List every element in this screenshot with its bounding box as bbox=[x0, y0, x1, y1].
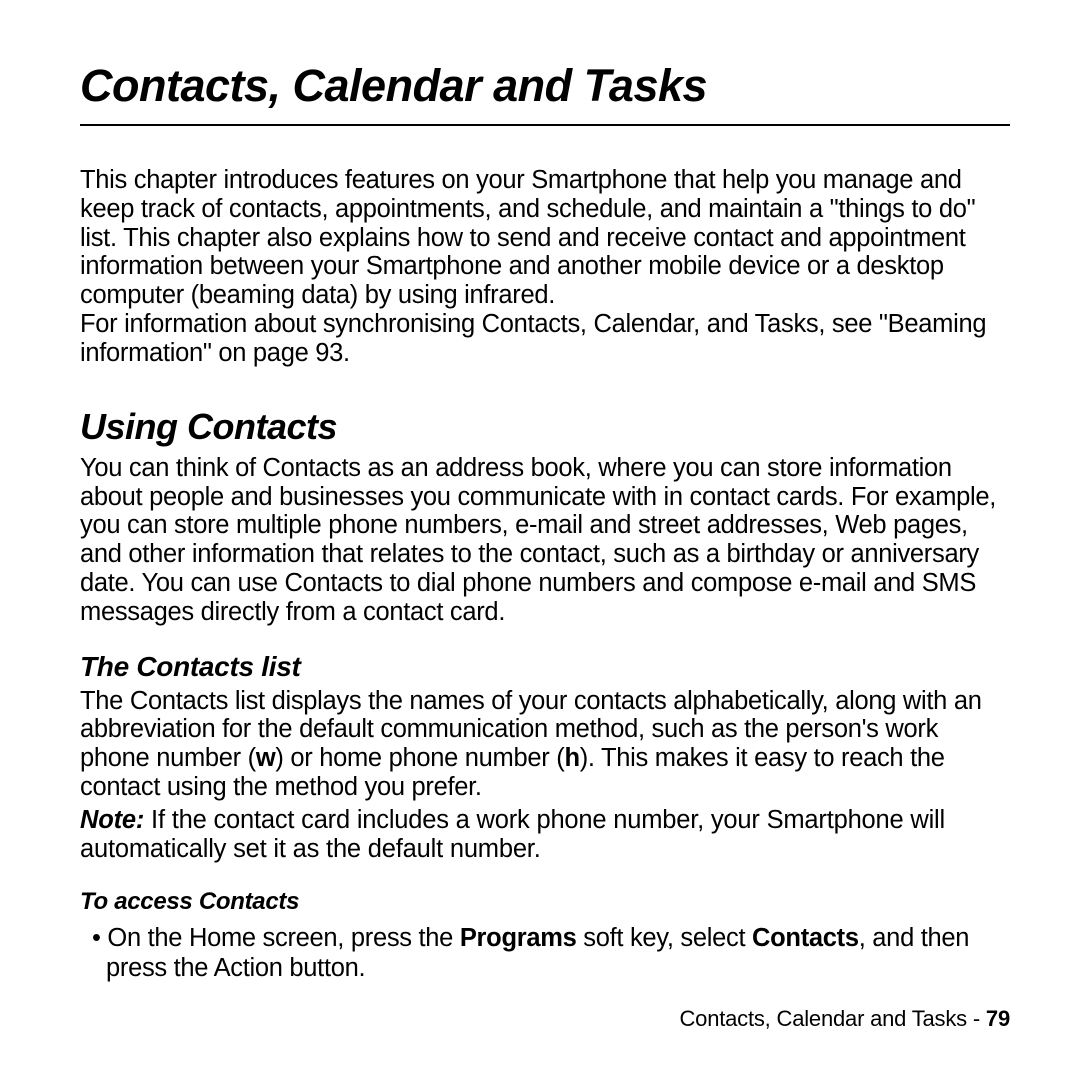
section-title: Using Contacts bbox=[80, 406, 1010, 448]
contacts-list-paragraph: The Contacts list displays the names of … bbox=[80, 687, 1010, 802]
note-paragraph: Note: If the contact card includes a wor… bbox=[80, 806, 1010, 865]
document-page: Contacts, Calendar and Tasks This chapte… bbox=[0, 0, 1080, 1080]
chapter-title: Contacts, Calendar and Tasks bbox=[80, 60, 1010, 112]
subsection-title: The Contacts list bbox=[80, 651, 1010, 683]
intro-paragraph-2: For information about synchronising Cont… bbox=[80, 310, 1010, 368]
text-run: On the Home screen, press the bbox=[107, 924, 459, 952]
title-rule bbox=[80, 124, 1010, 126]
abbr-w: w bbox=[256, 744, 276, 772]
page-footer: Contacts, Calendar and Tasks - 79 bbox=[679, 1006, 1010, 1032]
text-run: ) or home phone number ( bbox=[275, 744, 564, 772]
page-number: 79 bbox=[986, 1006, 1010, 1031]
contacts-label: Contacts bbox=[752, 924, 859, 952]
programs-label: Programs bbox=[460, 924, 577, 952]
subsubsection-title: To access Contacts bbox=[80, 888, 1010, 916]
note-text: If the contact card includes a work phon… bbox=[80, 806, 945, 863]
intro-paragraph-1: This chapter introduces features on your… bbox=[80, 166, 1010, 310]
footer-text: Contacts, Calendar and Tasks - bbox=[679, 1006, 985, 1031]
note-label: Note: bbox=[80, 806, 144, 834]
section-paragraph: You can think of Contacts as an address … bbox=[80, 454, 1010, 627]
abbr-h: h bbox=[564, 744, 579, 772]
text-run: soft key, select bbox=[577, 924, 753, 952]
bullet-item: On the Home screen, press the Programs s… bbox=[80, 924, 1010, 983]
